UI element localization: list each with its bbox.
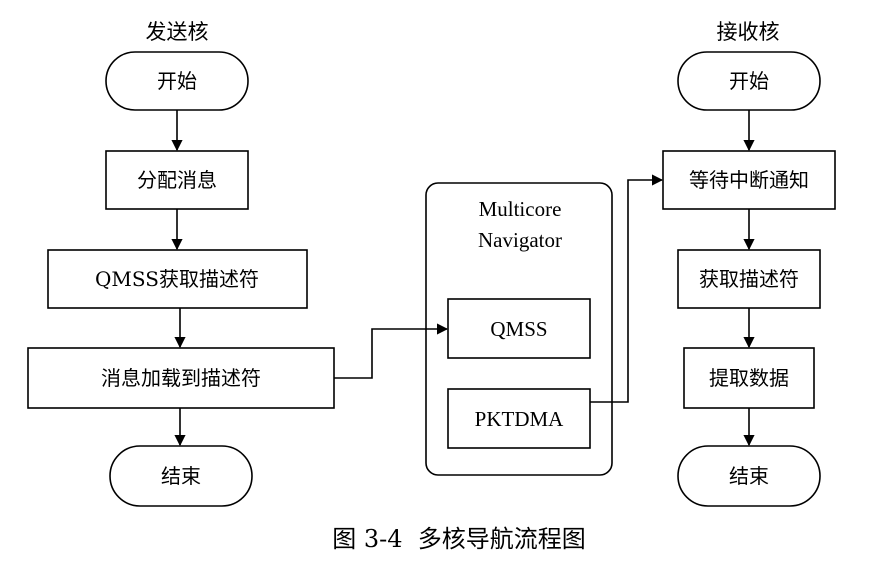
pktdma-label: PKTDMA bbox=[475, 407, 565, 431]
navigator-title-line-2: Navigator bbox=[478, 228, 562, 252]
sender-start-label: 开始 bbox=[157, 69, 197, 93]
figure-caption: 图 3-4 多核导航流程图 bbox=[332, 525, 586, 553]
navigator-title-line-1: Multicore bbox=[479, 197, 562, 221]
flowchart-diagram: 发送核 开始 分配消息 QMSS获取描述符 消息加载到描述符 结束 Multic… bbox=[27, 20, 836, 553]
sender-step-3-label: 消息加载到描述符 bbox=[101, 366, 261, 390]
sender-end-label: 结束 bbox=[161, 464, 201, 488]
receiver-end-label: 结束 bbox=[729, 464, 769, 488]
sender-step-1-label: 分配消息 bbox=[137, 168, 217, 192]
sender-heading: 发送核 bbox=[146, 20, 209, 44]
receiver-step-2-label: 获取描述符 bbox=[699, 267, 799, 291]
receiver-start-label: 开始 bbox=[729, 69, 769, 93]
qmss-label: QMSS bbox=[490, 317, 547, 341]
receiver-heading: 接收核 bbox=[717, 20, 780, 44]
sender-step-2-label: QMSS获取描述符 bbox=[95, 267, 259, 291]
receiver-step-3-label: 提取数据 bbox=[709, 366, 789, 390]
receiver-step-1-label: 等待中断通知 bbox=[689, 168, 809, 192]
